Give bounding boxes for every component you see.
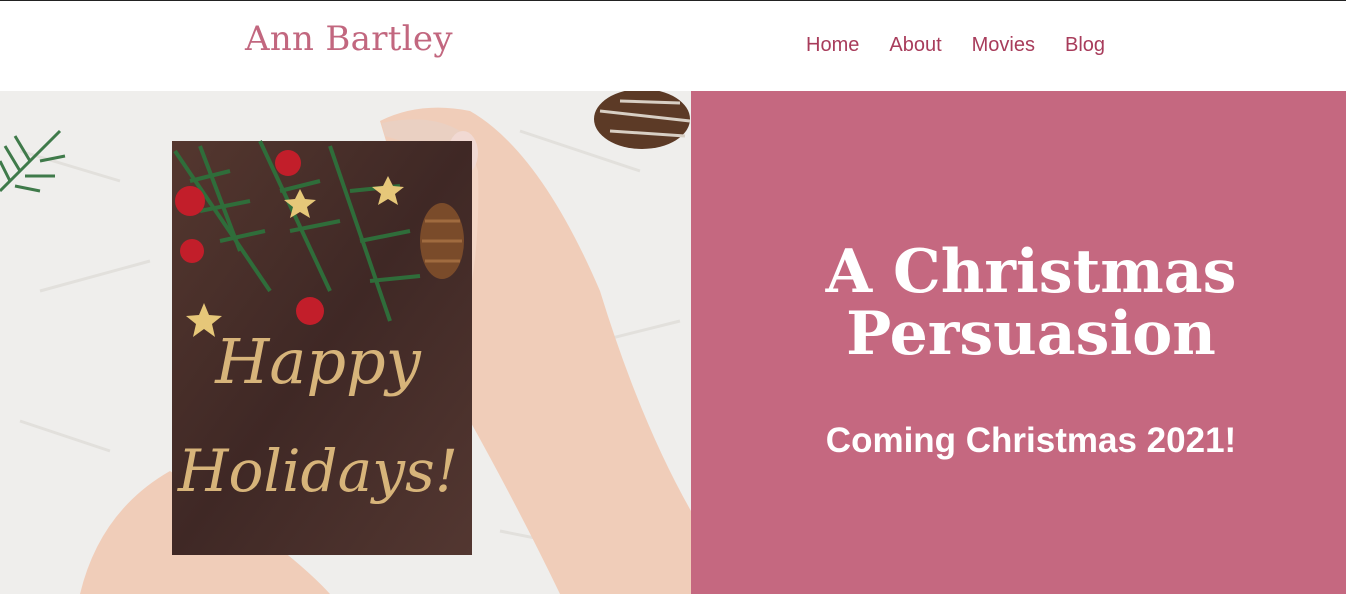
holiday-card-photo: Happy Holidays! xyxy=(0,91,691,594)
hero-title-line2: Persuasion xyxy=(846,299,1216,369)
nav-home-link[interactable]: Home xyxy=(806,34,859,57)
hero-title-line1: A Christmas xyxy=(825,237,1237,307)
card-text-holidays: Holidays! xyxy=(177,437,458,505)
card-text-happy: Happy xyxy=(214,325,421,398)
site-brand-link[interactable]: Ann Bartley xyxy=(245,19,453,59)
nav-about-link[interactable]: About xyxy=(889,34,941,57)
site-header: Ann Bartley Home About Movies Blog xyxy=(0,1,1346,91)
hero-subtitle: Coming Christmas 2021! xyxy=(825,421,1237,460)
hero-image: Happy Holidays! xyxy=(0,91,691,594)
nav-blog-link[interactable]: Blog xyxy=(1065,34,1105,57)
hero-title: A Christmas Persuasion xyxy=(691,241,1346,365)
nav-movies-link[interactable]: Movies xyxy=(972,34,1035,57)
hero-text-panel: A Christmas Persuasion Coming Christmas … xyxy=(691,91,1346,594)
main-nav: Home About Movies Blog xyxy=(806,34,1135,57)
hero-section: Happy Holidays! A Christmas Persuasion C… xyxy=(0,91,1346,594)
